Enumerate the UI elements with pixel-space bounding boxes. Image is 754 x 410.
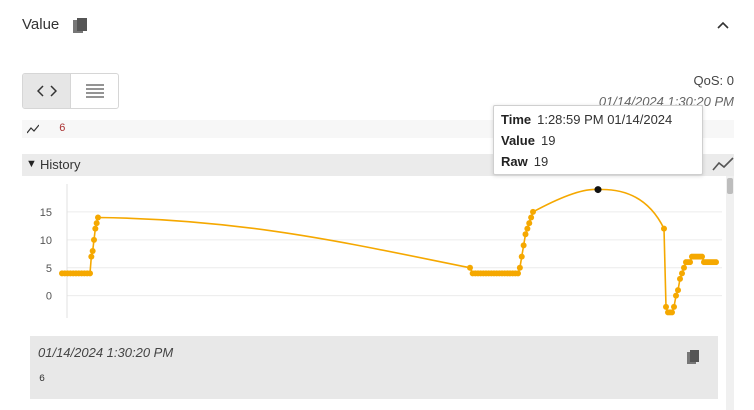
series-line xyxy=(62,188,716,314)
data-point[interactable] xyxy=(93,220,100,227)
tooltip-time-label: Time xyxy=(501,112,532,127)
trend-icon[interactable] xyxy=(712,155,734,173)
qos-label: QoS: 0 xyxy=(693,73,734,88)
tooltip-raw-label: Raw xyxy=(501,154,528,169)
current-value: 6 xyxy=(59,123,66,135)
highlighted-point[interactable] xyxy=(594,186,602,194)
list-view-button[interactable] xyxy=(71,74,118,108)
page-title: Value xyxy=(22,16,60,33)
data-point[interactable] xyxy=(673,292,679,299)
data-point[interactable] xyxy=(687,259,693,266)
view-toggle xyxy=(22,73,119,109)
data-point[interactable] xyxy=(524,225,531,232)
data-point[interactable] xyxy=(669,309,675,316)
record-timestamp: 01/14/2024 1:30:20 PM xyxy=(38,345,174,360)
data-point[interactable] xyxy=(530,208,536,215)
y-tick-label: 15 xyxy=(40,207,52,219)
data-point[interactable] xyxy=(91,236,97,243)
data-point[interactable] xyxy=(661,225,667,232)
history-chart: 0 5 10 15 xyxy=(22,176,725,334)
data-point[interactable] xyxy=(675,287,681,294)
chart-tooltip: Time 1:28:59 PM 01/14/2024 Value 19 Raw 19 xyxy=(493,105,703,175)
tooltip-value-label: Value xyxy=(501,133,535,148)
data-point[interactable] xyxy=(671,303,677,310)
data-point[interactable] xyxy=(88,253,95,260)
data-point[interactable] xyxy=(95,214,101,221)
data-point[interactable] xyxy=(522,231,529,238)
history-record: 01/14/2024 1:30:20 PM 6 xyxy=(30,336,718,399)
code-view-icon xyxy=(36,85,57,97)
scrollbar[interactable] xyxy=(726,176,734,410)
triangle-down-icon: ▼ xyxy=(26,158,37,170)
record-value: 6 xyxy=(39,374,46,385)
data-point[interactable] xyxy=(89,248,96,254)
history-chart-svg: 0 5 10 15 xyxy=(40,184,722,318)
data-point[interactable] xyxy=(699,253,705,260)
data-point[interactable] xyxy=(663,303,669,310)
chevron-up-icon[interactable] xyxy=(716,18,730,32)
copy-icon[interactable] xyxy=(686,349,700,365)
data-point[interactable] xyxy=(520,242,527,249)
scrollbar-thumb[interactable] xyxy=(727,178,733,194)
data-point[interactable] xyxy=(516,264,523,271)
data-point[interactable] xyxy=(713,259,719,266)
data-point[interactable] xyxy=(679,270,685,277)
data-point[interactable] xyxy=(677,275,683,282)
code-view-button[interactable] xyxy=(23,74,71,108)
data-point[interactable] xyxy=(92,225,99,232)
tooltip-value-value: 19 xyxy=(540,133,556,148)
data-point[interactable] xyxy=(515,270,521,277)
y-tick-label: 5 xyxy=(46,263,52,275)
history-label: History xyxy=(40,157,81,172)
data-point[interactable] xyxy=(87,270,93,277)
tooltip-raw-value: 19 xyxy=(533,154,549,169)
data-point[interactable] xyxy=(467,264,473,271)
data-point[interactable] xyxy=(681,264,687,271)
data-point[interactable] xyxy=(528,214,535,221)
tooltip-time-value: 1:28:59 PM 01/14/2024 xyxy=(537,112,673,127)
y-tick-label: 0 xyxy=(46,291,52,303)
copy-icon[interactable] xyxy=(72,17,88,35)
list-view-icon xyxy=(85,84,104,98)
y-tick-label: 10 xyxy=(40,235,52,247)
data-point[interactable] xyxy=(518,253,525,260)
data-point[interactable] xyxy=(526,220,533,227)
sparkline-icon xyxy=(27,124,39,134)
